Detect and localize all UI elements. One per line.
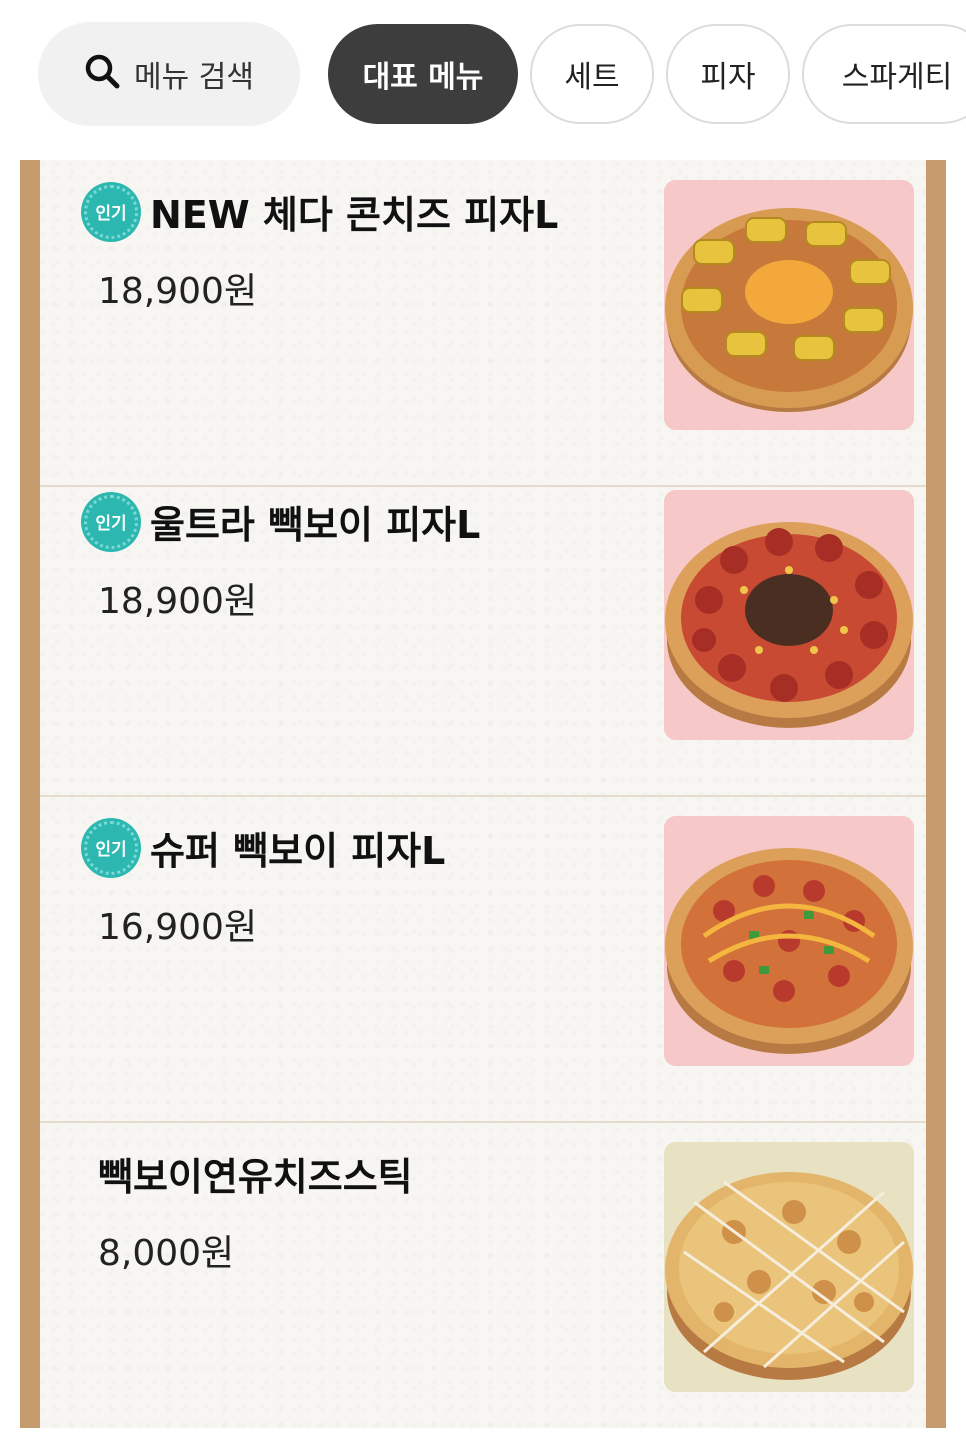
menu-item-name: 빽보이연유치즈스틱 <box>98 1155 413 1199</box>
pizza-image[interactable] <box>664 180 914 430</box>
popular-badge: 인기 <box>84 820 138 875</box>
menu-item-title-row: 인기 슈퍼 빽보이 피자L <box>84 820 445 875</box>
menu-search-button[interactable]: 메뉴 검색 <box>38 22 300 126</box>
tab-set[interactable]: 세트 <box>530 24 654 124</box>
menu-item-price: 18,900원 <box>98 581 258 622</box>
menu-item[interactable]: 인기 울트라 빽보이 피자L 18,900원 <box>40 470 926 797</box>
tab-spaghetti[interactable]: 스파게티 <box>802 24 966 124</box>
menu-item-title-row: 빽보이연유치즈스틱 <box>98 1146 413 1201</box>
menu-item[interactable]: 인기 NEW 체다 콘치즈 피자L 18,900원 <box>40 160 926 487</box>
pizza-image[interactable] <box>664 816 914 1066</box>
menu-item-name: NEW 체다 콘치즈 피자L <box>150 193 559 237</box>
page-bottom-edge <box>0 1428 966 1450</box>
menu-list: 인기 NEW 체다 콘치즈 피자L 18,900원 인기 울트라 빽보이 피자L… <box>20 160 946 1428</box>
menu-item-price: 16,900원 <box>98 907 258 948</box>
menu-item-name: 슈퍼 빽보이 피자L <box>150 829 446 873</box>
cheese-stick-illustration <box>664 1142 914 1392</box>
menu-item-price: 8,000원 <box>98 1233 235 1274</box>
search-label: 메뉴 검색 <box>134 60 254 95</box>
category-bar: 메뉴 검색 대표 메뉴 세트 피자 스파게티 <box>0 0 966 148</box>
tab-featured-menu[interactable]: 대표 메뉴 <box>328 24 518 124</box>
pizza-image[interactable] <box>664 490 914 740</box>
popular-badge: 인기 <box>84 494 138 549</box>
popular-badge: 인기 <box>84 184 138 239</box>
menu-item[interactable]: 인기 슈퍼 빽보이 피자L 16,900원 <box>40 796 926 1123</box>
super-paikboy-pizza-illustration <box>664 816 914 1066</box>
ultra-paikboy-pizza-illustration <box>664 490 914 740</box>
menu-item-title-row: 인기 NEW 체다 콘치즈 피자L <box>84 184 558 239</box>
cheese-stick-image[interactable] <box>664 1142 914 1392</box>
menu-item-name: 울트라 빽보이 피자L <box>150 503 481 547</box>
search-icon <box>84 53 122 95</box>
cheddar-corn-pizza-illustration <box>664 180 914 430</box>
menu-item-title-row: 인기 울트라 빽보이 피자L <box>84 494 480 549</box>
menu-item[interactable]: 빽보이연유치즈스틱 8,000원 <box>40 1122 926 1428</box>
tab-pizza[interactable]: 피자 <box>666 24 790 124</box>
menu-item-price: 18,900원 <box>98 271 258 312</box>
